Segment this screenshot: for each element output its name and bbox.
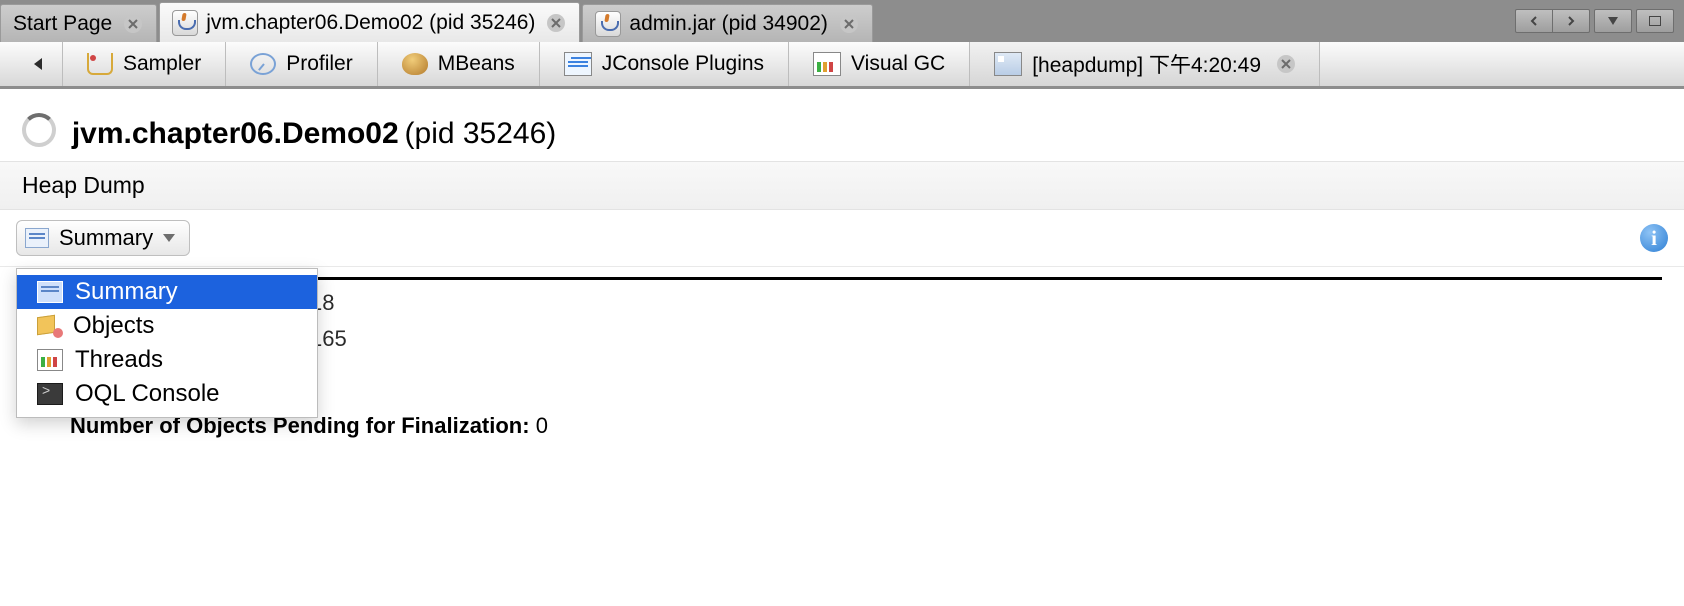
loading-spinner-icon: [22, 113, 56, 147]
tab-label: Sampler: [123, 52, 201, 76]
stat-row: 18: [310, 290, 1662, 316]
back-button[interactable]: [14, 42, 63, 86]
close-icon[interactable]: [1277, 55, 1295, 73]
nav-prev-button[interactable]: [1515, 9, 1553, 33]
section-label: Heap Dump: [0, 161, 1684, 210]
close-icon[interactable]: [547, 14, 565, 32]
summary-icon: [37, 281, 63, 303]
popup-item-label: OQL Console: [75, 380, 220, 408]
tab-label: Profiler: [286, 52, 353, 76]
file-tab-label: admin.jar (pid 34902): [629, 12, 827, 36]
jconsole-icon: [564, 52, 592, 76]
tool-tab-strip: Sampler Profiler MBeans JConsole Plugins…: [0, 42, 1684, 89]
threads-icon: [37, 349, 63, 371]
heapdump-icon: [994, 52, 1022, 76]
page-header: jvm.chapter06.Demo02 (pid 35246): [0, 89, 1684, 161]
console-icon: [37, 383, 63, 405]
popup-item-oql-console[interactable]: OQL Console: [17, 377, 317, 411]
file-tab-demo02[interactable]: jvm.chapter06.Demo02 (pid 35246): [159, 2, 580, 42]
popup-item-objects[interactable]: Objects: [17, 309, 317, 343]
java-icon: [172, 10, 198, 36]
stat-row: 165: [310, 326, 1662, 352]
sampler-icon: [87, 53, 113, 75]
info-button[interactable]: i: [1640, 224, 1668, 252]
tab-mbeans[interactable]: MBeans: [378, 42, 540, 86]
tab-visual-gc[interactable]: Visual GC: [789, 42, 970, 86]
tab-label: [heapdump] 下午4:20:49: [1032, 49, 1261, 79]
popup-item-label: Objects: [73, 312, 154, 340]
tab-profiler[interactable]: Profiler: [226, 42, 378, 86]
view-selector-button[interactable]: Summary: [16, 220, 190, 256]
chevron-down-icon: [163, 234, 175, 242]
tab-label: JConsole Plugins: [602, 52, 764, 76]
tab-label: Visual GC: [851, 52, 945, 76]
profiler-icon: [250, 53, 276, 75]
window-controls: [1515, 0, 1684, 42]
tab-jconsole-plugins[interactable]: JConsole Plugins: [540, 42, 789, 86]
popup-item-label: Threads: [75, 346, 163, 374]
summary-icon: [25, 228, 49, 248]
page-title: jvm.chapter06.Demo02: [72, 117, 399, 150]
maximize-button[interactable]: [1636, 9, 1674, 33]
view-selector-popup: Summary Objects Threads OQL Console: [16, 268, 318, 418]
file-tab-label: jvm.chapter06.Demo02 (pid 35246): [206, 11, 535, 35]
java-icon: [595, 11, 621, 37]
popup-item-label: Summary: [75, 278, 178, 306]
dropdown-button[interactable]: [1594, 9, 1632, 33]
close-icon[interactable]: [840, 15, 858, 33]
info-icon: i: [1651, 226, 1657, 251]
view-bar: Summary i: [0, 210, 1684, 267]
objects-icon: [37, 316, 61, 336]
file-tab-strip: Start Page jvm.chapter06.Demo02 (pid 352…: [0, 0, 1684, 42]
file-tab-start-page[interactable]: Start Page: [0, 4, 157, 42]
popup-item-summary[interactable]: Summary: [17, 275, 317, 309]
stat-value: 0: [530, 413, 548, 438]
tab-sampler[interactable]: Sampler: [63, 42, 226, 86]
nav-next-button[interactable]: [1553, 9, 1590, 33]
tab-heapdump[interactable]: [heapdump] 下午4:20:49: [970, 42, 1320, 86]
view-selector-label: Summary: [59, 225, 153, 251]
page-pid: (pid 35246): [405, 117, 557, 150]
file-tab-label: Start Page: [13, 12, 112, 36]
close-icon[interactable]: [124, 15, 142, 33]
tab-label: MBeans: [438, 52, 515, 76]
mbeans-icon: [402, 53, 428, 75]
file-tab-admin-jar[interactable]: admin.jar (pid 34902): [582, 4, 872, 42]
visual-gc-icon: [813, 52, 841, 76]
popup-item-threads[interactable]: Threads: [17, 343, 317, 377]
